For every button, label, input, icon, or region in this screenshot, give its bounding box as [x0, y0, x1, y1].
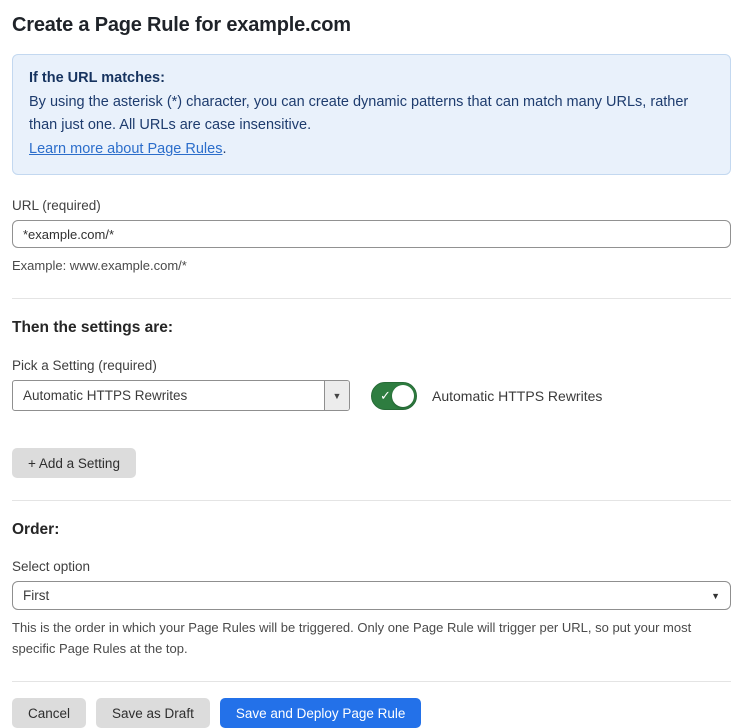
link-suffix-period: .: [222, 140, 227, 157]
order-select-value: First: [23, 588, 50, 603]
toggle-wrap: ✓ Automatic HTTPS Rewrites: [371, 381, 603, 410]
divider: [12, 500, 731, 501]
add-setting-button[interactable]: + Add a Setting: [12, 448, 136, 478]
page-title: Create a Page Rule for example.com: [12, 14, 351, 36]
check-icon: ✓: [380, 387, 391, 403]
order-select-label: Select option: [12, 559, 91, 574]
order-select[interactable]: First ▼: [12, 581, 731, 610]
setting-row: Automatic HTTPS Rewrites ▼ ✓ Automatic H…: [12, 380, 731, 411]
learn-more-link[interactable]: Learn more about Page Rules: [29, 141, 222, 157]
setting-toggle[interactable]: ✓: [371, 381, 417, 410]
toggle-label: Automatic HTTPS Rewrites: [432, 387, 603, 404]
footer-actions: Cancel Save as Draft Save and Deploy Pag…: [12, 698, 731, 728]
info-box-body: By using the asterisk (*) character, you…: [29, 93, 689, 134]
settings-section-heading: Then the settings are:: [12, 319, 174, 336]
order-section-heading: Order:: [12, 521, 60, 538]
cancel-button[interactable]: Cancel: [12, 698, 87, 728]
chevron-down-icon: ▼: [711, 590, 720, 601]
setting-picker-value: Automatic HTTPS Rewrites: [23, 388, 188, 403]
info-box-heading: If the URL matches:: [29, 70, 165, 86]
chevron-down-icon[interactable]: ▼: [324, 381, 349, 410]
divider: [12, 681, 731, 682]
info-box-link-line: Learn more about Page Rules.: [29, 138, 714, 162]
save-and-deploy-button[interactable]: Save and Deploy Page Rule: [219, 698, 422, 728]
order-helper-text: This is the order in which your Page Rul…: [12, 620, 692, 656]
setting-picker-select[interactable]: Automatic HTTPS Rewrites ▼: [12, 380, 350, 411]
url-field-label: URL (required): [12, 198, 101, 213]
url-input[interactable]: [12, 220, 731, 248]
save-as-draft-button[interactable]: Save as Draft: [96, 698, 210, 728]
url-match-info-box: If the URL matches: By using the asteris…: [12, 54, 731, 175]
pick-setting-label: Pick a Setting (required): [12, 358, 157, 373]
divider: [12, 298, 731, 299]
toggle-knob: [392, 384, 414, 407]
url-helper-text: Example: www.example.com/*: [12, 258, 187, 273]
